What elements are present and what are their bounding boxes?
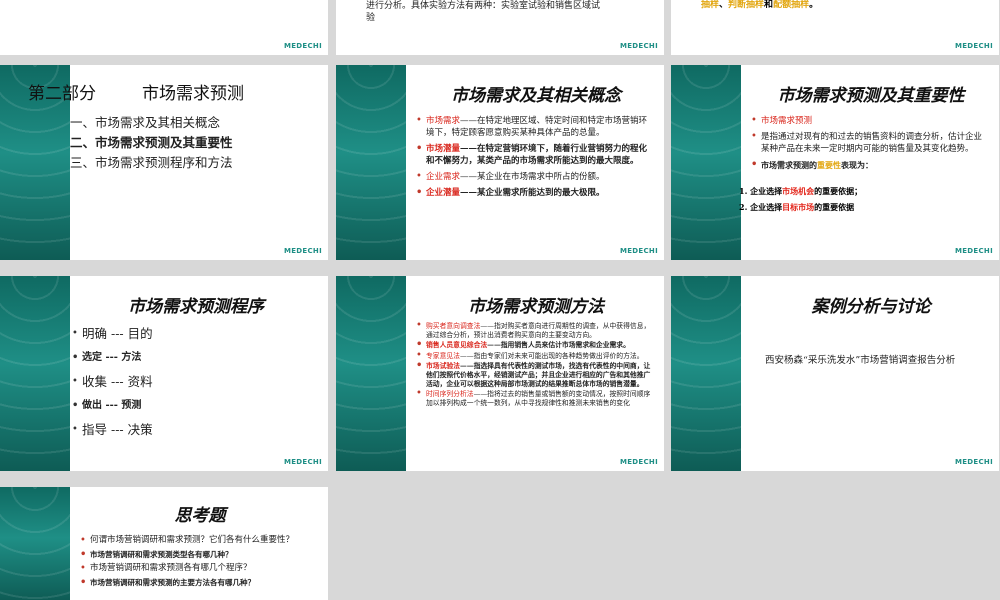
page-title: 第二部分 市场需求预测 <box>28 84 244 104</box>
slide-title: 市场需求预测程序 <box>128 297 264 317</box>
procedure-item: 做出 --- 预测 <box>72 396 318 416</box>
slide-part-two[interactable]: 第二部分 市场需求预测 一、市场需求及其相关概念 二、市场需求预测及其重要性 三、… <box>0 65 328 260</box>
slide-title: 思考题 <box>174 506 226 526</box>
slide-title: 案例分析与讨论 <box>811 297 931 317</box>
slide-forecast-procedure[interactable]: 市场需求预测程序 明确 --- 目的 选定 --- 方法 收集 --- 资料 做… <box>0 276 328 471</box>
dna-band <box>336 65 406 260</box>
logo: MEDECHI <box>619 247 658 255</box>
logo: MEDECHI <box>283 458 322 466</box>
importance-1: 1. 企业选择市场机会的重要依据； <box>739 186 863 196</box>
concept-item: 市场需求——在特定地理区域、特定时间和特定市场营销环境下，特定顾客愿意购买某种具… <box>416 115 654 139</box>
procedure-item: 指导 --- 决策 <box>72 420 318 440</box>
concept-item: 企业潜量——某企业需求所能达到的最大极限。 <box>416 187 654 199</box>
importance-2: 2. 企业选择目标市场的重要依据 <box>739 202 855 212</box>
logo: MEDECHI <box>954 458 993 466</box>
slide-title: 市场需求及其相关概念 <box>451 86 621 106</box>
procedure-item: 明确 --- 目的 <box>72 324 318 344</box>
dna-band <box>671 276 741 471</box>
forecast-item-2: 是指通过对现有的和过去的销售资料的调查分析，估计企业某种产品在未来一定时期内可能… <box>751 131 989 155</box>
logo: MEDECHI <box>619 42 658 50</box>
logo: MEDECHI <box>954 247 993 255</box>
concept-item: 市场潜量——在特定营销环境下，随着行业营销努力的程化和不懈努力，某类产品的市场需… <box>416 143 654 167</box>
question-item: 市场营销调研和需求预测类型各有哪几种？ <box>80 549 318 560</box>
method-item: 销售人员意见综合法——指用销售人员来估计市场需求和企业需求。 <box>416 341 654 350</box>
dna-band <box>671 65 741 260</box>
forecast-item-1: 市场需求预测 <box>751 115 989 127</box>
slide-forecast-methods[interactable]: 市场需求预测方法 购买者意向调查法——指对购买者意向进行周期性的调查，从中获得信… <box>336 276 664 471</box>
method-item: 专家意见法——指由专家们对未来可能出现的各种趋势做出评价的方法。 <box>416 352 654 361</box>
concept-item: 企业需求——某企业在市场需求中所占的份额。 <box>416 171 654 183</box>
method-item: 购买者意向调查法——指对购买者意向进行周期性的调查，从中获得信息，通过综合分析，… <box>416 322 654 339</box>
toc-item-2[interactable]: 二、市场需求预测及其重要性 <box>70 133 233 153</box>
question-item: 市场营销调研和需求预测各有哪几个程序？ <box>80 563 318 574</box>
slide-row0-left[interactable]: MEDECHI <box>0 0 328 55</box>
slide-questions[interactable]: 思考题 何谓市场营销调研和需求预测？它们各有什么重要性？ 市场营销调研和需求预测… <box>0 487 328 600</box>
logo: MEDECHI <box>283 247 322 255</box>
slide-case-study[interactable]: 案例分析与讨论 西安杨森“采乐洗发水”市场营销调查报告分析 MEDECHI <box>671 276 999 471</box>
method-item: 时间序列分析法——指将过去的销售量或销售额的变动情况，按照时间顺序加以排列构成一… <box>416 390 654 407</box>
slide-title: 市场需求预测方法 <box>468 297 604 317</box>
logo: MEDECHI <box>954 42 993 50</box>
procedure-item: 收集 --- 资料 <box>72 372 318 392</box>
slide-market-demand-concepts[interactable]: 市场需求及其相关概念 市场需求——在特定地理区域、特定时间和特定市场营销环境下，… <box>336 65 664 260</box>
dna-band <box>336 276 406 471</box>
toc-item-1[interactable]: 一、市场需求及其相关概念 <box>70 113 233 133</box>
slide-title: 市场需求预测及其重要性 <box>777 86 965 106</box>
question-item: 何谓市场营销调研和需求预测？它们各有什么重要性？ <box>80 535 318 546</box>
slide-row0-right[interactable]: 抽样、判断抽样和配额抽样。 MEDECHI <box>671 0 999 55</box>
procedure-item: 选定 --- 方法 <box>72 348 318 368</box>
forecast-item-3: 市场需求预测的重要性表现为： <box>751 159 989 171</box>
row0-right-text: 抽样、判断抽样和配额抽样。 <box>701 0 819 10</box>
toc-item-3[interactable]: 三、市场需求预测程序和方法 <box>70 153 233 173</box>
dna-band <box>0 487 70 600</box>
case-text: 西安杨森“采乐洗发水”市场营销调查报告分析 <box>765 355 956 366</box>
logo: MEDECHI <box>283 42 322 50</box>
row0-middle-line2: 验 <box>366 13 376 23</box>
method-item: 市场试验法——指选择具有代表性的测试市场，找选有代表性的中间商，让他们按照代价格… <box>416 362 654 388</box>
slide-row0-middle[interactable]: 进行分析。具体实验方法有两种：实验室试验和销售区域试 验 MEDECHI <box>336 0 664 55</box>
row0-middle-line1: 进行分析。具体实验方法有两种：实验室试验和销售区域试 <box>366 1 601 11</box>
dna-band <box>0 276 70 471</box>
question-item: 市场营销调研和需求预测的主要方法各有哪几种？ <box>80 577 318 588</box>
slide-forecast-importance[interactable]: 市场需求预测及其重要性 市场需求预测 是指通过对现有的和过去的销售资料的调查分析… <box>671 65 999 260</box>
logo: MEDECHI <box>619 458 658 466</box>
